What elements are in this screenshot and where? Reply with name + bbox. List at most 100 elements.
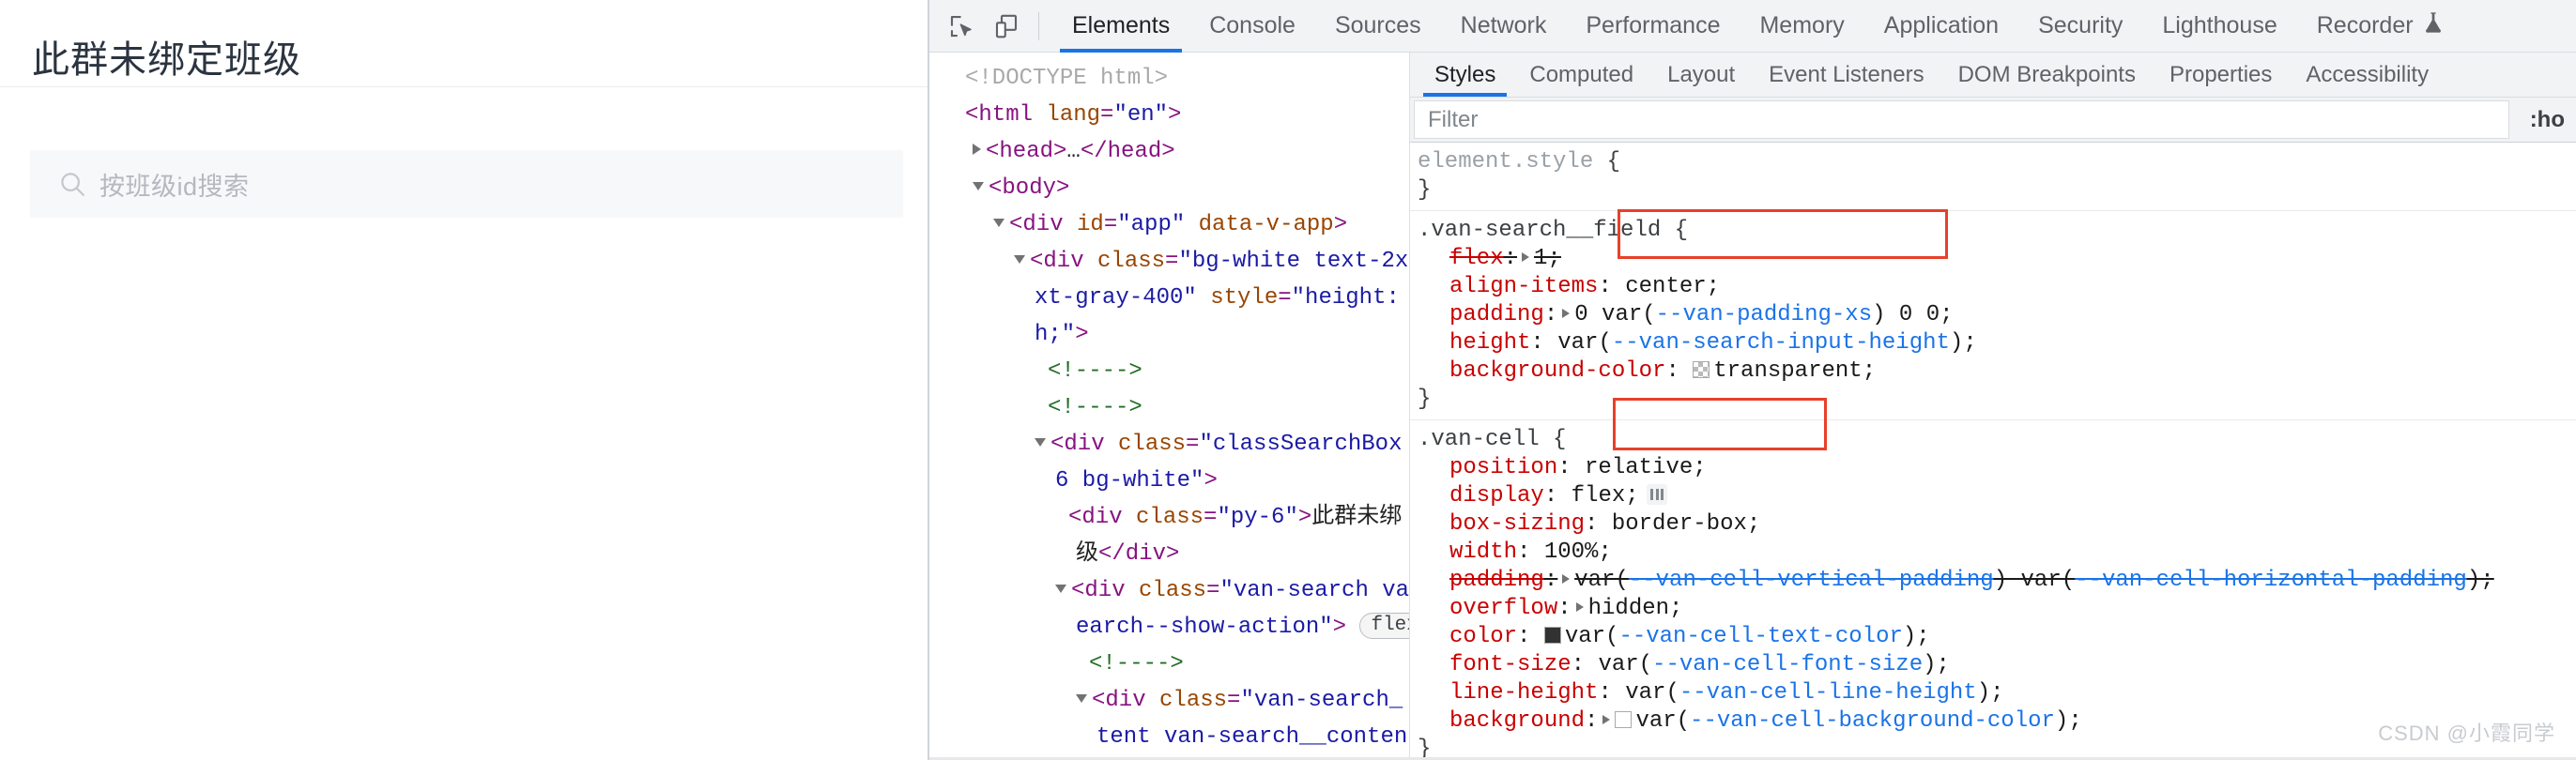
devtools-tab-performance[interactable]: Performance	[1566, 0, 1740, 53]
css-declaration[interactable]: padding: var(--van-cell-vertical-padding)…	[1418, 567, 2576, 595]
css-property-name[interactable]: line-height	[1449, 680, 1598, 706]
css-property-value[interactable]: 0 var(--van-padding-xs) 0 0	[1574, 302, 1940, 327]
styles-sidebar-tab-properties[interactable]: Properties	[2153, 53, 2289, 97]
styles-sidebar-tab-accessibility[interactable]: Accessibility	[2289, 53, 2446, 97]
color-swatch[interactable]	[1693, 361, 1710, 378]
devtools-tab-console[interactable]: Console	[1189, 0, 1315, 53]
search-input-placeholder[interactable]: 按班级id搜索	[100, 166, 250, 203]
dom-tree-node[interactable]: xt-gray-400" style="height:	[929, 280, 1409, 316]
dom-tree-node[interactable]: h;">	[929, 316, 1409, 353]
dom-tree-node[interactable]: earch--show-action"> flex	[929, 609, 1409, 646]
css-rules-list[interactable]: element.style {} .van-search__field {flex…	[1410, 143, 2576, 760]
dom-tree-node[interactable]: <div class="classSearchBox	[929, 426, 1409, 463]
expand-triangle-icon[interactable]	[1035, 438, 1046, 447]
css-declaration[interactable]: overflow: hidden;	[1418, 595, 2576, 623]
dom-tree-node[interactable]: <div class="py-6">此群未绑	[929, 499, 1409, 536]
dom-tree-node[interactable]: <div class="van-search_	[929, 682, 1409, 719]
color-swatch[interactable]	[1615, 711, 1633, 728]
css-variable-link[interactable]: --van-padding-xs	[1656, 302, 1872, 327]
dom-tree-node[interactable]: <body>	[929, 170, 1409, 206]
css-property-name[interactable]: overflow	[1449, 596, 1557, 621]
dom-tree-node[interactable]: <html lang="en">	[929, 97, 1409, 133]
dom-tree-node[interactable]: 级</div>	[929, 536, 1409, 572]
css-declaration[interactable]: display: flex;	[1418, 482, 2576, 510]
expand-triangle-icon[interactable]	[993, 219, 1004, 227]
expand-triangle-icon[interactable]	[973, 182, 984, 190]
css-declaration[interactable]: flex: 1;	[1418, 245, 2576, 273]
css-property-value[interactable]: var(--van-cell-background-color)	[1635, 708, 2068, 734]
css-variable-link[interactable]: --van-cell-font-size	[1652, 652, 1923, 677]
css-declaration[interactable]: position: relative;	[1418, 454, 2576, 482]
styles-filter-input[interactable]: Filter	[1414, 100, 2509, 139]
inspect-element-icon[interactable]	[941, 6, 982, 47]
css-property-value[interactable]: flex	[1572, 483, 1626, 509]
css-declaration[interactable]: align-items: center;	[1418, 273, 2576, 301]
dom-tree-node[interactable]: <!---->	[929, 389, 1409, 426]
css-declaration[interactable]: font-size: var(--van-cell-font-size);	[1418, 651, 2576, 679]
css-property-name[interactable]: display	[1449, 483, 1544, 509]
devtools-tab-recorder[interactable]: Recorder	[2297, 0, 2463, 53]
styles-sidebar-tab-styles[interactable]: Styles	[1418, 53, 1512, 97]
css-property-value[interactable]: 1	[1534, 246, 1547, 271]
css-property-name[interactable]: color	[1449, 624, 1517, 649]
css-declaration[interactable]: background-color: transparent;	[1418, 357, 2576, 386]
css-selector[interactable]: element.style {	[1418, 148, 2576, 176]
expand-triangle-icon[interactable]	[1014, 255, 1025, 264]
dom-tree-node[interactable]: <head>…</head>	[929, 133, 1409, 170]
styles-sidebar-tab-computed[interactable]: Computed	[1512, 53, 1650, 97]
styles-sidebar-tab-dom-breakpoints[interactable]: DOM Breakpoints	[1941, 53, 2153, 97]
css-declaration[interactable]: padding: 0 var(--van-padding-xs) 0 0;	[1418, 301, 2576, 329]
dom-tree-node[interactable]: <!DOCTYPE html>	[929, 60, 1409, 97]
color-swatch[interactable]	[1543, 627, 1561, 644]
expand-triangle-icon[interactable]	[1076, 694, 1087, 703]
styles-sidebar-tab-layout[interactable]: Layout	[1650, 53, 1752, 97]
css-variable-link[interactable]: --van-cell-text-color	[1618, 624, 1902, 649]
expand-triangle-icon[interactable]	[1055, 585, 1066, 593]
css-property-name[interactable]: background	[1449, 708, 1585, 734]
css-property-name[interactable]: height	[1449, 330, 1530, 356]
force-element-state-button[interactable]: :ho	[2509, 98, 2576, 142]
collapse-triangle-icon[interactable]	[973, 144, 981, 155]
expand-shorthand-icon[interactable]	[1575, 602, 1584, 612]
css-property-value[interactable]: border-box	[1612, 511, 1747, 537]
devtools-tab-memory[interactable]: Memory	[1740, 0, 1863, 53]
dom-tree-pane[interactable]: <!DOCTYPE html> <html lang="en"> <head>…</…	[929, 53, 1410, 760]
css-declaration[interactable]: color: var(--van-cell-text-color);	[1418, 623, 2576, 651]
css-property-value[interactable]: transparent	[1713, 358, 1862, 384]
dom-tree-node[interactable]: 6 bg-white">	[929, 463, 1409, 499]
devtools-tab-application[interactable]: Application	[1864, 0, 2018, 53]
css-declaration[interactable]: box-sizing: border-box;	[1418, 510, 2576, 539]
flex-badge[interactable]: flex	[1359, 613, 1409, 639]
css-variable-link[interactable]: --van-cell-horizontal-padding	[2075, 568, 2467, 593]
css-property-value[interactable]: var(--van-search-input-height)	[1557, 330, 1963, 356]
dom-tree-node[interactable]: tent van-search__conten	[929, 719, 1409, 755]
css-property-name[interactable]: width	[1449, 540, 1517, 565]
css-selector[interactable]: .van-search__field {	[1418, 217, 2576, 245]
expand-shorthand-icon[interactable]	[1602, 715, 1611, 724]
css-property-value[interactable]: var(--van-cell-text-color)	[1565, 624, 1916, 649]
css-variable-link[interactable]: --van-cell-background-color	[1690, 708, 2055, 734]
css-variable-link[interactable]: --van-cell-vertical-padding	[1629, 568, 1994, 593]
css-declaration[interactable]: line-height: var(--van-cell-line-height)…	[1418, 679, 2576, 707]
css-property-name[interactable]: position	[1449, 455, 1557, 480]
css-property-value[interactable]: hidden	[1588, 596, 1669, 621]
devtools-tab-elements[interactable]: Elements	[1052, 0, 1189, 53]
device-toolbar-icon[interactable]	[986, 6, 1027, 47]
css-property-value[interactable]: 100%	[1544, 540, 1599, 565]
css-property-value[interactable]: var(--van-cell-line-height)	[1625, 680, 1990, 706]
css-variable-link[interactable]: --van-cell-line-height	[1679, 680, 1977, 706]
css-variable-link[interactable]: --van-search-input-height	[1612, 330, 1950, 356]
css-property-name[interactable]: background-color	[1449, 358, 1665, 384]
class-id-search-field[interactable]: 按班级id搜索	[30, 150, 903, 218]
css-property-value[interactable]: var(--van-cell-vertical-padding) var(--v…	[1574, 568, 2480, 593]
css-selector[interactable]: .van-cell {	[1418, 426, 2576, 454]
css-property-value[interactable]: var(--van-cell-font-size)	[1598, 652, 1936, 677]
expand-shorthand-icon[interactable]	[1562, 574, 1571, 584]
css-property-name[interactable]: flex	[1449, 246, 1504, 271]
css-property-name[interactable]: box-sizing	[1449, 511, 1585, 537]
css-property-name[interactable]: padding	[1449, 302, 1544, 327]
devtools-tab-sources[interactable]: Sources	[1315, 0, 1441, 53]
css-property-value[interactable]: center	[1625, 274, 1706, 299]
devtools-tab-network[interactable]: Network	[1441, 0, 1567, 53]
css-property-name[interactable]: font-size	[1449, 652, 1572, 677]
